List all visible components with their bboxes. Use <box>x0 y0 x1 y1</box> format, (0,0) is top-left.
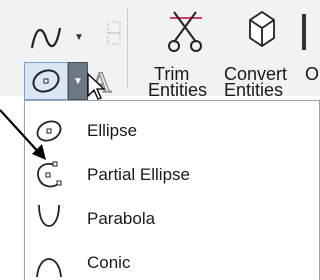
ribbon-separator <box>127 8 128 88</box>
menu-item-parabola[interactable]: Parabola <box>25 197 320 241</box>
disabled-tool-icon <box>104 20 124 46</box>
chevron-down-icon: ▼ <box>73 75 83 87</box>
menu-item-ellipse[interactable]: Ellipse <box>25 109 320 153</box>
chevron-down-icon[interactable]: ▼ <box>74 32 84 43</box>
callout-arrow-icon <box>0 109 46 160</box>
menu-item-label: Partial Ellipse <box>87 165 190 184</box>
spline-icon <box>30 27 62 49</box>
convert-sub-label: Entities <box>224 80 284 100</box>
ellipse-icon <box>32 69 60 93</box>
menu-item-partial-ellipse[interactable]: Partial Ellipse <box>25 153 320 197</box>
conic-icon <box>36 258 62 278</box>
menu-item-label: Ellipse <box>87 121 138 140</box>
parabola-icon <box>38 204 60 227</box>
mouse-cursor-icon <box>87 72 106 100</box>
trim-sub-label: Entities <box>148 80 208 100</box>
ellipse-tool-button[interactable] <box>24 62 68 100</box>
ribbon: ▼ ▼ A Trim Entities Convert Entities O <box>0 0 320 100</box>
next-tool-label: O <box>305 64 320 84</box>
spline-button[interactable]: ▼ <box>24 18 84 54</box>
convert-icon <box>249 10 275 48</box>
menu-item-label: Conic <box>87 253 131 272</box>
trim-icon <box>168 11 202 52</box>
next-tool-icon[interactable] <box>302 14 306 50</box>
menu-item-conic[interactable]: Conic <box>25 241 320 280</box>
ellipse-dropdown-menu: Ellipse Partial Ellipse Parabola Conic <box>24 100 320 280</box>
menu-item-label: Parabola <box>87 209 156 228</box>
